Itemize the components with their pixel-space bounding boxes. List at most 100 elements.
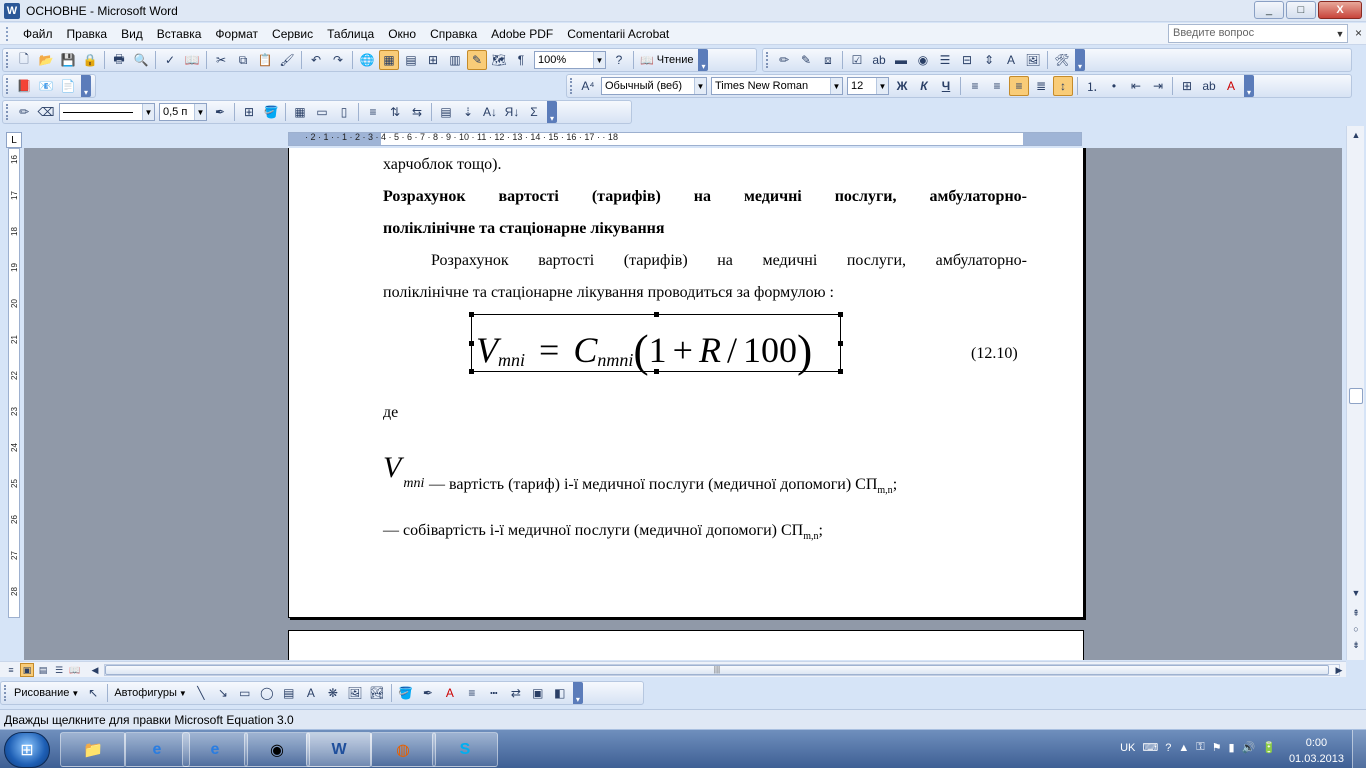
- menu-adobe-pdf[interactable]: Adobe PDF: [484, 27, 560, 41]
- taskbar-skype[interactable]: S: [432, 732, 498, 767]
- textbox-field-icon[interactable]: ab: [869, 50, 889, 70]
- toolbar-options-icon[interactable]: ▾: [81, 75, 91, 97]
- increase-indent-icon[interactable]: ⇥: [1148, 76, 1168, 96]
- align-right-icon[interactable]: ≡: [1009, 76, 1029, 96]
- taskbar-chrome[interactable]: ◉: [244, 732, 310, 767]
- decrease-indent-icon[interactable]: ⇤: [1126, 76, 1146, 96]
- keyboard-icon[interactable]: ⌨: [1142, 741, 1158, 754]
- line-weight-select[interactable]: 0,5 п ▼: [159, 103, 207, 121]
- table-autoformat-icon[interactable]: ▤: [436, 102, 456, 122]
- chevron-down-icon[interactable]: ▼: [830, 78, 842, 94]
- document-map-icon[interactable]: 🗺: [489, 50, 509, 70]
- web-layout-icon[interactable]: ▣: [20, 663, 34, 677]
- toolbar-grip[interactable]: [4, 685, 7, 701]
- menu-edit[interactable]: Правка: [60, 27, 115, 41]
- insert-table-icon[interactable]: ▦: [290, 102, 310, 122]
- rectangle-icon[interactable]: ▭: [235, 683, 255, 703]
- menu-acrobat-comments[interactable]: Comentarii Acrobat: [560, 27, 676, 41]
- redo-icon[interactable]: ↷: [328, 50, 348, 70]
- style-select[interactable]: Обычный (веб) ▼: [601, 77, 707, 95]
- shading-color-icon[interactable]: 🪣: [261, 102, 281, 122]
- font-color-icon[interactable]: A: [1221, 76, 1241, 96]
- menu-grip[interactable]: [6, 26, 10, 41]
- language-indicator[interactable]: UK: [1120, 742, 1135, 754]
- hyperlink-icon[interactable]: 🌐: [357, 50, 377, 70]
- command-button-icon[interactable]: ▬: [891, 50, 911, 70]
- taskbar-explorer[interactable]: 📁: [60, 732, 126, 767]
- line-icon[interactable]: ╲: [191, 683, 211, 703]
- show-desktop-button[interactable]: [1352, 730, 1366, 768]
- line-color-icon[interactable]: ✒: [418, 683, 438, 703]
- diagram-icon[interactable]: ❋: [323, 683, 343, 703]
- columns-icon[interactable]: ▥: [445, 50, 465, 70]
- distribute-rows-icon[interactable]: ⇅: [385, 102, 405, 122]
- oval-icon[interactable]: ◯: [257, 683, 277, 703]
- chevron-down-icon[interactable]: ▼: [876, 78, 888, 94]
- font-size-select[interactable]: 12 ▼: [847, 77, 889, 95]
- reading-view-icon[interactable]: 📖: [68, 663, 82, 677]
- select-browse-object-icon[interactable]: ○: [1348, 622, 1364, 636]
- maximize-button[interactable]: □: [1286, 1, 1316, 19]
- menu-insert[interactable]: Вставка: [150, 27, 209, 41]
- borders-icon[interactable]: ⊞: [1177, 76, 1197, 96]
- scroll-thumb[interactable]: [1349, 388, 1363, 404]
- highlight-icon[interactable]: ab: [1199, 76, 1219, 96]
- edit-icon[interactable]: ✎: [796, 50, 816, 70]
- vertical-scrollbar[interactable]: ▲ ▼ ⇞ ○ ⇟: [1346, 126, 1364, 660]
- line-spacing-icon[interactable]: ↕: [1053, 76, 1073, 96]
- draw-menu-button[interactable]: Рисование ▼: [11, 687, 82, 699]
- tools-icon[interactable]: 🛠: [1052, 50, 1072, 70]
- menu-format[interactable]: Формат: [208, 27, 265, 41]
- clipart-icon[interactable]: 🖼: [345, 683, 365, 703]
- image-icon[interactable]: 🖼: [1023, 50, 1043, 70]
- bold-icon[interactable]: Ж: [892, 76, 912, 96]
- menu-tools[interactable]: Сервис: [265, 27, 320, 41]
- menu-window[interactable]: Окно: [381, 27, 423, 41]
- sort-descending-icon[interactable]: Я↓: [502, 102, 522, 122]
- print-preview-icon[interactable]: 🔍: [131, 50, 151, 70]
- network-icon[interactable]: ⚿: [1196, 741, 1204, 754]
- undo-icon[interactable]: ↶: [306, 50, 326, 70]
- select-objects-icon[interactable]: ↖: [83, 683, 103, 703]
- pdf-convert-icon[interactable]: 📕: [14, 76, 34, 96]
- text-direction-icon[interactable]: ⇣: [458, 102, 478, 122]
- toolbar-options-icon[interactable]: ▾: [1244, 75, 1254, 97]
- font-select[interactable]: Times New Roman ▼: [711, 77, 843, 95]
- insert-table-icon[interactable]: ▤: [401, 50, 421, 70]
- 3d-style-icon[interactable]: ◧: [550, 683, 570, 703]
- chevron-down-icon[interactable]: ▼: [593, 52, 605, 68]
- line-style-select[interactable]: ▼: [59, 103, 155, 121]
- paste-icon[interactable]: 📋: [255, 50, 275, 70]
- justify-icon[interactable]: ≣: [1031, 76, 1051, 96]
- horizontal-ruler[interactable]: · 2 · 1 · · 1 · 2 · 3 · 4 · 5 · 6 · 7 · …: [288, 132, 1082, 146]
- normal-view-icon[interactable]: ≡: [4, 663, 18, 677]
- new-document-icon[interactable]: 🗋: [14, 50, 34, 70]
- format-painter-icon[interactable]: 🖌: [277, 50, 297, 70]
- menu-table[interactable]: Таблица: [320, 27, 381, 41]
- document-area[interactable]: харчоблок тощо). Розрахунок вартості (та…: [24, 148, 1342, 660]
- toolbar-options-icon[interactable]: ▾: [1075, 49, 1085, 71]
- ask-question-input[interactable]: Введите вопрос: [1168, 24, 1348, 43]
- scroll-up-icon[interactable]: ▲: [1348, 128, 1364, 142]
- arrow-icon[interactable]: ↘: [213, 683, 233, 703]
- tab-selector[interactable]: L: [6, 132, 22, 148]
- toolbar-grip[interactable]: [6, 104, 9, 120]
- scroll-left-icon[interactable]: ◀: [88, 663, 102, 677]
- numbering-icon[interactable]: ⒈: [1082, 76, 1102, 96]
- distribute-columns-icon[interactable]: ⇆: [407, 102, 427, 122]
- power-icon[interactable]: 🔋: [1262, 741, 1276, 754]
- scroll-right-icon[interactable]: ▶: [1332, 663, 1346, 677]
- print-icon[interactable]: 🖶: [109, 50, 129, 70]
- toolbar-grip[interactable]: [766, 52, 769, 68]
- taskbar-firefox[interactable]: ◍: [370, 732, 436, 767]
- chevron-down-icon[interactable]: ▼: [142, 104, 154, 120]
- shadow-style-icon[interactable]: ▣: [528, 683, 548, 703]
- checkbox-icon[interactable]: ☑: [847, 50, 867, 70]
- close-button[interactable]: X: [1318, 1, 1362, 19]
- volume-icon[interactable]: 🔊: [1242, 741, 1256, 754]
- tables-borders-icon[interactable]: ▦: [379, 50, 399, 70]
- save-icon[interactable]: 💾: [58, 50, 78, 70]
- start-button[interactable]: ⊞: [4, 732, 50, 768]
- combobox-icon[interactable]: ⊟: [957, 50, 977, 70]
- print-layout-icon[interactable]: ▤: [36, 663, 50, 677]
